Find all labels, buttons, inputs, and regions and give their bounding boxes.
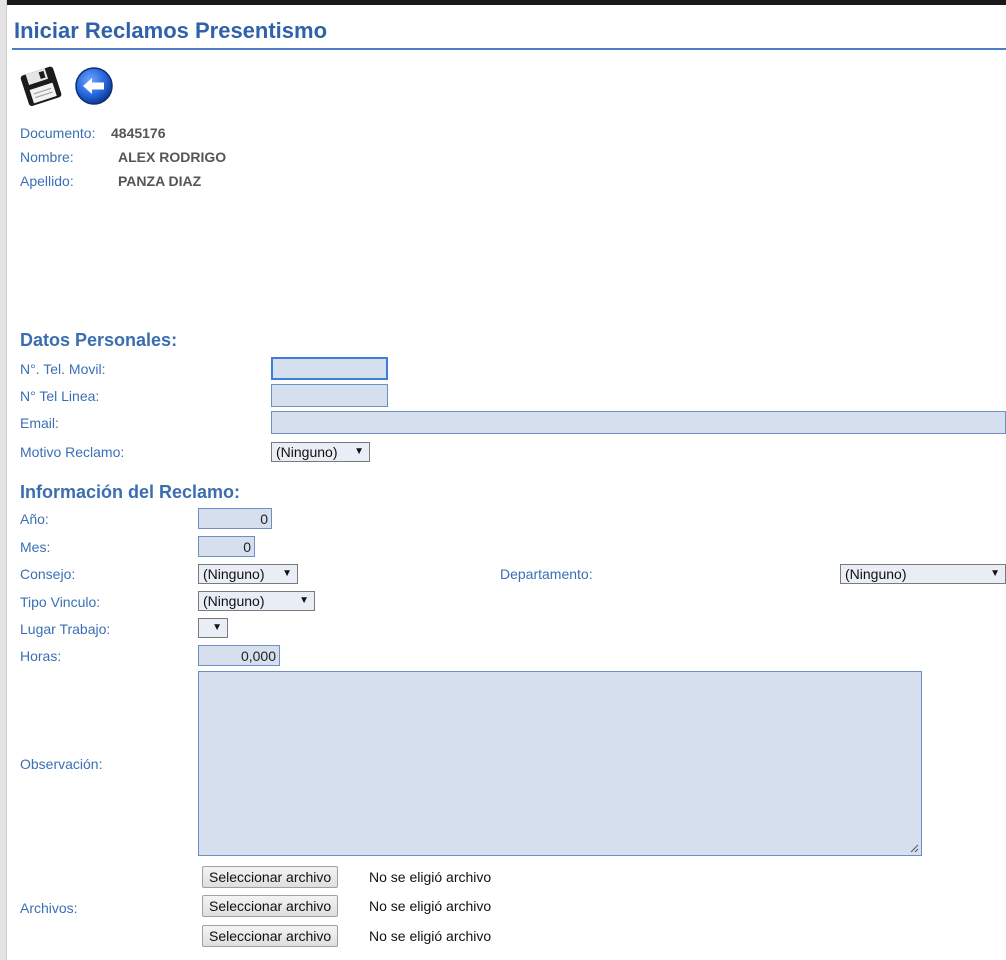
select-file-button-3[interactable]: Seleccionar archivo — [202, 925, 339, 947]
chevron-down-icon: ▼ — [354, 446, 364, 457]
horas-label: Horas: — [20, 648, 62, 664]
tipo-vinculo-select[interactable]: (Ninguno) ▼ — [198, 591, 315, 611]
consejo-value: (Ninguno) — [203, 566, 265, 582]
email-label: Email: — [20, 415, 59, 431]
archivos-label: Archivos: — [20, 900, 78, 916]
apellido-label: Apellido: — [20, 173, 74, 189]
tipo-vinculo-value: (Ninguno) — [203, 593, 265, 609]
select-file-button-1[interactable]: Seleccionar archivo — [202, 866, 339, 888]
anio-input[interactable] — [198, 508, 272, 529]
select-file-button-2[interactable]: Seleccionar archivo — [202, 895, 339, 917]
floppy-disk-icon — [20, 66, 62, 106]
tipo-vinculo-label: Tipo Vinculo: — [20, 594, 101, 610]
departamento-value: (Ninguno) — [845, 566, 907, 582]
chevron-down-icon: ▼ — [990, 568, 1000, 579]
window-left-border — [0, 0, 7, 960]
horas-input[interactable] — [198, 645, 280, 666]
observacion-label: Observación: — [20, 756, 103, 772]
lugar-trabajo-label: Lugar Trabajo: — [20, 621, 111, 637]
mes-input[interactable] — [198, 536, 255, 557]
nombre-label: Nombre: — [20, 149, 74, 165]
anio-label: Año: — [20, 511, 49, 527]
resize-grip-icon[interactable] — [910, 844, 919, 853]
lugar-trabajo-select[interactable]: ▼ — [198, 618, 228, 638]
tel-movil-input[interactable] — [271, 357, 388, 380]
email-input[interactable] — [271, 411, 1006, 434]
nombre-value: ALEX RODRIGO — [118, 149, 227, 165]
consejo-label: Consejo: — [20, 566, 76, 582]
save-button[interactable] — [18, 62, 66, 108]
tel-linea-label: N° Tel Linea: — [20, 388, 100, 404]
motivo-reclamo-value: (Ninguno) — [276, 444, 338, 460]
chevron-down-icon: ▼ — [212, 622, 222, 633]
documento-value: 4845176 — [111, 125, 166, 141]
file-status-3: No se eligió archivo — [369, 928, 492, 944]
motivo-reclamo-label: Motivo Reclamo: — [20, 444, 125, 460]
tel-linea-input[interactable] — [271, 384, 388, 407]
departamento-select[interactable]: (Ninguno) ▼ — [840, 564, 1006, 584]
departamento-label: Departamento: — [500, 566, 593, 582]
file-status-1: No se eligió archivo — [369, 869, 492, 885]
chevron-down-icon: ▼ — [282, 568, 292, 579]
motivo-reclamo-select[interactable]: (Ninguno) ▼ — [271, 442, 370, 462]
title-divider — [12, 48, 1006, 50]
back-arrow-icon — [75, 67, 113, 105]
apellido-value: PANZA DIAZ — [118, 173, 202, 189]
chevron-down-icon: ▼ — [299, 595, 309, 606]
observacion-textarea[interactable] — [198, 671, 922, 856]
back-button[interactable] — [74, 66, 114, 106]
file-status-2: No se eligió archivo — [369, 898, 492, 914]
page-title: Iniciar Reclamos Presentismo — [14, 18, 328, 43]
datos-personales-heading: Datos Personales: — [20, 330, 178, 350]
informacion-reclamo-heading: Información del Reclamo: — [20, 482, 241, 502]
window-top-border — [0, 0, 1006, 5]
consejo-select[interactable]: (Ninguno) ▼ — [198, 564, 298, 584]
documento-label: Documento: — [20, 125, 96, 141]
tel-movil-label: N°. Tel. Movil: — [20, 361, 106, 377]
mes-label: Mes: — [20, 539, 51, 555]
